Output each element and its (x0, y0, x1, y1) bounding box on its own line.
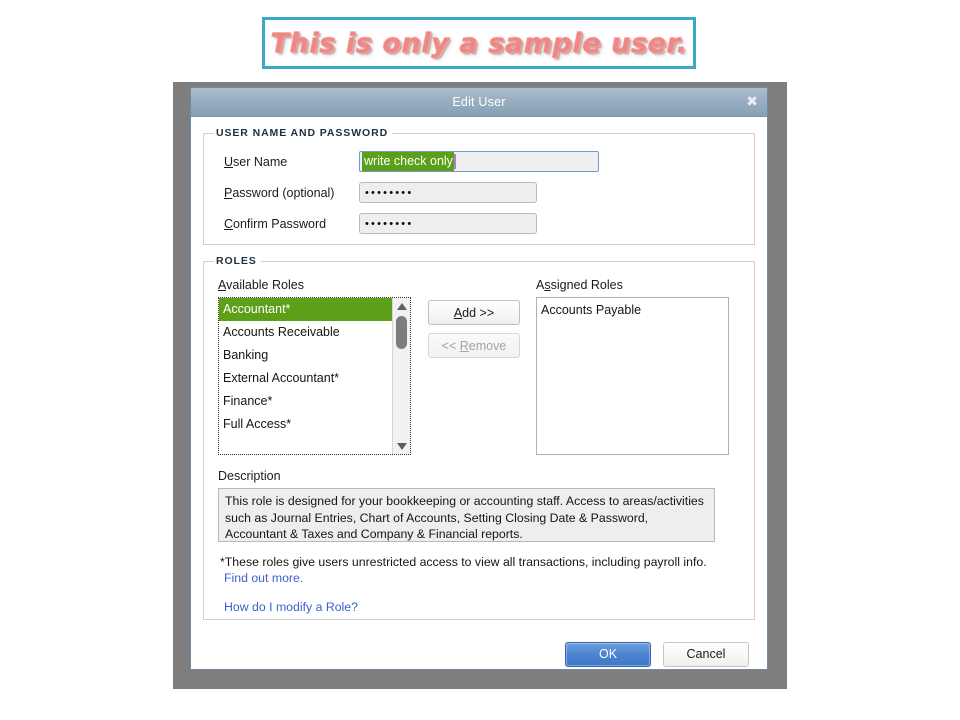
add-role-button[interactable]: Add >> (428, 300, 520, 325)
description-text: This role is designed for your bookkeepi… (218, 488, 715, 542)
remove-role-button[interactable]: << Remove (428, 333, 520, 358)
list-item[interactable]: Accountant* (219, 298, 392, 321)
credentials-legend: USER NAME AND PASSWORD (216, 127, 389, 139)
confirm-password-label: Confirm Password (224, 216, 327, 231)
edit-user-dialog: Edit User ✖ USER NAME AND PASSWORD User … (190, 87, 768, 670)
assigned-roles-label: Assigned Roles (536, 278, 623, 292)
confirm-password-input[interactable]: •••••••• (359, 213, 537, 234)
user-name-input[interactable]: write check only (359, 151, 599, 172)
password-label: Password (optional) (224, 185, 335, 200)
dialog-outer-frame: Edit User ✖ USER NAME AND PASSWORD User … (173, 82, 787, 689)
list-item[interactable]: Finance* (219, 390, 392, 413)
user-name-row: User Name write check only (214, 146, 744, 177)
scroll-down-arrow-icon[interactable] (393, 438, 410, 454)
list-item[interactable]: Full Access* (219, 413, 392, 436)
find-out-more-link[interactable]: Find out more. (224, 570, 303, 586)
assigned-roles-listbox[interactable]: Accounts Payable (536, 297, 729, 455)
sample-user-banner: This is only a sample user. (262, 17, 696, 69)
assigned-roles-column: Assigned Roles Accounts Payable (536, 278, 729, 455)
transfer-buttons: Add >> << Remove (411, 278, 522, 455)
close-icon[interactable]: ✖ (746, 95, 758, 109)
available-roles-listbox[interactable]: Accountant* Accounts Receivable Banking … (218, 297, 411, 455)
ok-button[interactable]: OK (565, 641, 651, 667)
dialog-title: Edit User (452, 95, 506, 109)
available-roles-items: Accountant* Accounts Receivable Banking … (219, 298, 392, 454)
footnote-text: *These roles give users unrestricted acc… (220, 555, 707, 569)
description-label: Description (218, 469, 281, 483)
confirm-password-row: Confirm Password •••••••• (214, 208, 744, 239)
list-item[interactable]: External Accountant* (219, 367, 392, 390)
roles-columns: Available Roles Accountant* Accounts Rec… (214, 274, 744, 455)
roles-legend: ROLES (216, 255, 257, 267)
available-roles-column: Available Roles Accountant* Accounts Rec… (218, 278, 411, 455)
list-item[interactable]: Banking (219, 344, 392, 367)
dialog-footer: OK Cancel (191, 630, 767, 678)
list-item[interactable]: Accounts Receivable (219, 321, 392, 344)
scroll-up-arrow-icon[interactable] (393, 298, 410, 314)
scrollbar-thumb[interactable] (396, 316, 407, 349)
roles-group: ROLES Available Roles Accountant* Accoun… (203, 255, 755, 620)
cancel-button[interactable]: Cancel (663, 641, 749, 667)
dialog-titlebar: Edit User ✖ (191, 88, 767, 117)
available-roles-label: Available Roles (218, 278, 304, 292)
user-name-value: write check only (362, 152, 454, 171)
roles-footnote: *These roles give users unrestricted acc… (220, 554, 740, 615)
user-name-and-password-group: USER NAME AND PASSWORD User Name write c… (203, 127, 755, 245)
password-input[interactable]: •••••••• (359, 182, 537, 203)
user-name-label: User Name (224, 154, 288, 169)
dialog-body: USER NAME AND PASSWORD User Name write c… (191, 117, 767, 630)
description-section: Description This role is designed for yo… (214, 455, 744, 615)
available-roles-scrollbar[interactable] (392, 298, 410, 454)
modify-role-link[interactable]: How do I modify a Role? (224, 599, 740, 615)
list-item[interactable]: Accounts Payable (537, 299, 728, 322)
text-caret (453, 154, 456, 169)
password-row: Password (optional) •••••••• (214, 177, 744, 208)
banner-text: This is only a sample user. (270, 27, 688, 59)
